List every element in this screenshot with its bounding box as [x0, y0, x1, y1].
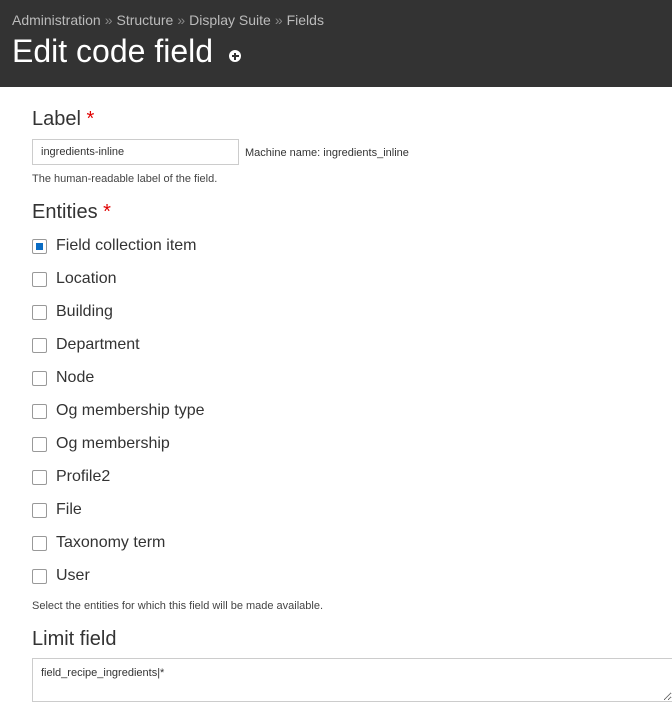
label-input[interactable]	[32, 139, 239, 165]
checkbox-location[interactable]	[32, 272, 47, 287]
label-description: The human-readable label of the field.	[32, 173, 218, 185]
checkbox-user[interactable]	[32, 569, 47, 584]
checkbox-label[interactable]: Node	[56, 369, 94, 387]
checkbox-label[interactable]: Department	[56, 336, 140, 354]
checkbox-label[interactable]: Building	[56, 303, 113, 321]
breadcrumb-structure[interactable]: Structure	[117, 12, 174, 28]
breadcrumb-separator: »	[104, 12, 113, 28]
entities-description: Select the entities for which this field…	[32, 600, 324, 612]
breadcrumb-administration[interactable]: Administration	[12, 12, 101, 28]
breadcrumb-display-suite[interactable]: Display Suite	[189, 12, 271, 28]
required-marker: *	[103, 201, 111, 223]
checkbox-label[interactable]: User	[56, 567, 90, 585]
checkbox-node[interactable]	[32, 371, 47, 386]
add-shortcut-icon[interactable]	[229, 50, 241, 62]
breadcrumb: Administration» Structure» Display Suite» F…	[12, 12, 324, 28]
machine-name-text: Machine name: ingredients_inline	[245, 147, 409, 159]
required-marker: *	[86, 108, 95, 130]
checkbox-building[interactable]	[32, 305, 47, 320]
checkbox-label[interactable]: File	[56, 501, 82, 519]
checkbox-label[interactable]: Location	[56, 270, 117, 288]
label-field-label: Label *	[32, 108, 94, 131]
entities-label-text: Entities	[32, 201, 98, 223]
label-field-label-text: Label	[32, 108, 81, 130]
checkbox-label[interactable]: Profile2	[56, 468, 110, 486]
page-header: Administration» Structure» Display Suite» F…	[0, 0, 672, 87]
checkbox-label[interactable]: Taxonomy term	[56, 534, 165, 552]
checkbox-field-collection-item[interactable]	[32, 239, 47, 254]
breadcrumb-separator: »	[177, 12, 186, 28]
limit-field-label: Limit field	[32, 628, 117, 650]
checkbox-og-membership[interactable]	[32, 437, 47, 452]
page-title: Edit code field	[12, 33, 214, 69]
checkbox-label[interactable]: Og membership	[56, 435, 170, 453]
limit-field-textarea[interactable]: field_recipe_ingredients|*	[32, 658, 672, 702]
checkbox-og-membership-type[interactable]	[32, 404, 47, 419]
breadcrumb-separator: »	[274, 12, 283, 28]
checkbox-label[interactable]: Field collection item	[56, 237, 197, 255]
breadcrumb-fields[interactable]: Fields	[287, 12, 324, 28]
checkbox-profile2[interactable]	[32, 470, 47, 485]
checkbox-file[interactable]	[32, 503, 47, 518]
checkbox-taxonomy-term[interactable]	[32, 536, 47, 551]
entities-label: Entities *	[32, 201, 111, 224]
checkbox-department[interactable]	[32, 338, 47, 353]
checkbox-label[interactable]: Og membership type	[56, 402, 205, 420]
